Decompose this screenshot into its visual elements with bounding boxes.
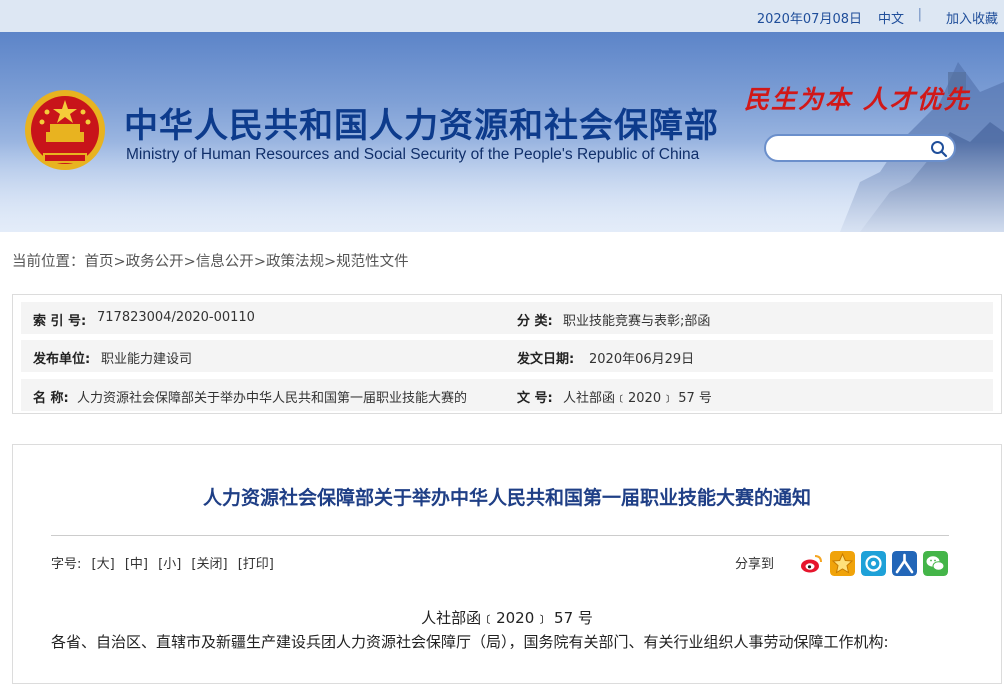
weibo-icon[interactable] [799,551,824,576]
slogan: 民生为本 人才优先 [744,85,971,114]
language-link[interactable]: 中文 [878,8,904,27]
category-label: 分 类: [517,314,553,329]
add-favorite-link[interactable]: 加入收藏 [946,8,998,27]
publisher-label: 发布单位: [33,352,91,367]
renren-icon[interactable] [892,551,917,576]
star-icon[interactable] [830,551,855,576]
search-icon[interactable] [930,140,948,158]
site-title-en: Ministry of Human Resources and Social S… [126,146,700,163]
current-date: 2020年07月08日 [756,12,862,27]
breadcrumb-gov-affairs[interactable]: 政务公开 [126,254,184,270]
publisher-value: 职业能力建设司 [101,352,193,367]
breadcrumb: 当前位置：首页>政务公开>信息公开>政策法规>规范性文件 [12,250,409,271]
top-bar: 2020年07月08日 中文 | 加入收藏 [0,0,1004,32]
breadcrumb-home[interactable]: 首页 [85,254,114,270]
index-label: 索 引 号: [33,314,87,329]
article-body: 各省、自治区、直辖市及新疆生产建设兵团人力资源社会保障厅（局），国务院有关部门、… [51,633,889,651]
header-banner: 中华人民共和国人力资源和社会保障部 Ministry of Human Reso… [0,32,1004,232]
document-meta-box: 索 引 号: 717823004/2020-00110 分 类: 职业技能竞赛与… [12,294,1002,414]
site-title[interactable]: 中华人民共和国人力资源和社会保障部 [124,98,719,147]
font-size-tools: 字号: [大] [中] [小] [关闭] [打印] [51,553,274,572]
divider: | [917,7,922,22]
meta-row: 发布单位: 职业能力建设司 发文日期: 2020年06月29日 [21,340,993,372]
breadcrumb-info[interactable]: 信息公开 [196,254,254,270]
national-emblem-icon[interactable] [24,88,106,174]
breadcrumb-separator: > [113,254,126,270]
docno-label: 文 号: [517,391,553,406]
name-value: 人力资源社会保障部关于举办中华人民共和国第一届职业技能大赛的 [77,391,468,406]
search-input[interactable] [776,139,930,159]
breadcrumb-normative[interactable]: 规范性文件 [336,254,409,270]
category-value: 职业技能竞赛与表彰;部函 [563,314,711,329]
article-panel: 人力资源社会保障部关于举办中华人民共和国第一届职业技能大赛的通知 字号: [大]… [12,444,1002,684]
share-label: 分享到 [735,557,775,572]
article-title: 人力资源社会保障部关于举办中华人民共和国第一届职业技能大赛的通知 [202,487,811,509]
index-value: 717823004/2020-00110 [97,310,255,325]
meta-row: 名 称: 人力资源社会保障部关于举办中华人民共和国第一届职业技能大赛的 文 号:… [21,379,993,411]
divider [51,535,949,536]
breadcrumb-separator: > [323,254,337,270]
breadcrumb-separator: > [183,254,196,270]
font-large-button[interactable]: [大] [92,557,115,572]
breadcrumb-label: 当前位置： [12,254,85,270]
date-label: 发文日期: [517,352,575,367]
docno-value: 人社部函﹝2020﹞ 57 号 [563,391,712,406]
wechat-icon[interactable] [923,551,948,576]
meta-row: 索 引 号: 717823004/2020-00110 分 类: 职业技能竞赛与… [21,302,993,334]
close-button[interactable]: [关闭] [191,557,227,572]
print-button[interactable]: [打印] [238,557,274,572]
font-size-label: 字号: [51,557,82,572]
search-box [764,134,956,162]
document-number: 人社部函﹝2020﹞ 57 号 [421,609,593,627]
breadcrumb-policy[interactable]: 政策法规 [266,254,324,270]
font-medium-button[interactable]: [中] [125,557,148,572]
font-small-button[interactable]: [小] [158,557,181,572]
date-value: 2020年06月29日 [589,352,695,367]
name-label: 名 称: [33,391,69,406]
qq-weibo-icon[interactable] [861,551,886,576]
breadcrumb-separator: > [253,254,266,270]
